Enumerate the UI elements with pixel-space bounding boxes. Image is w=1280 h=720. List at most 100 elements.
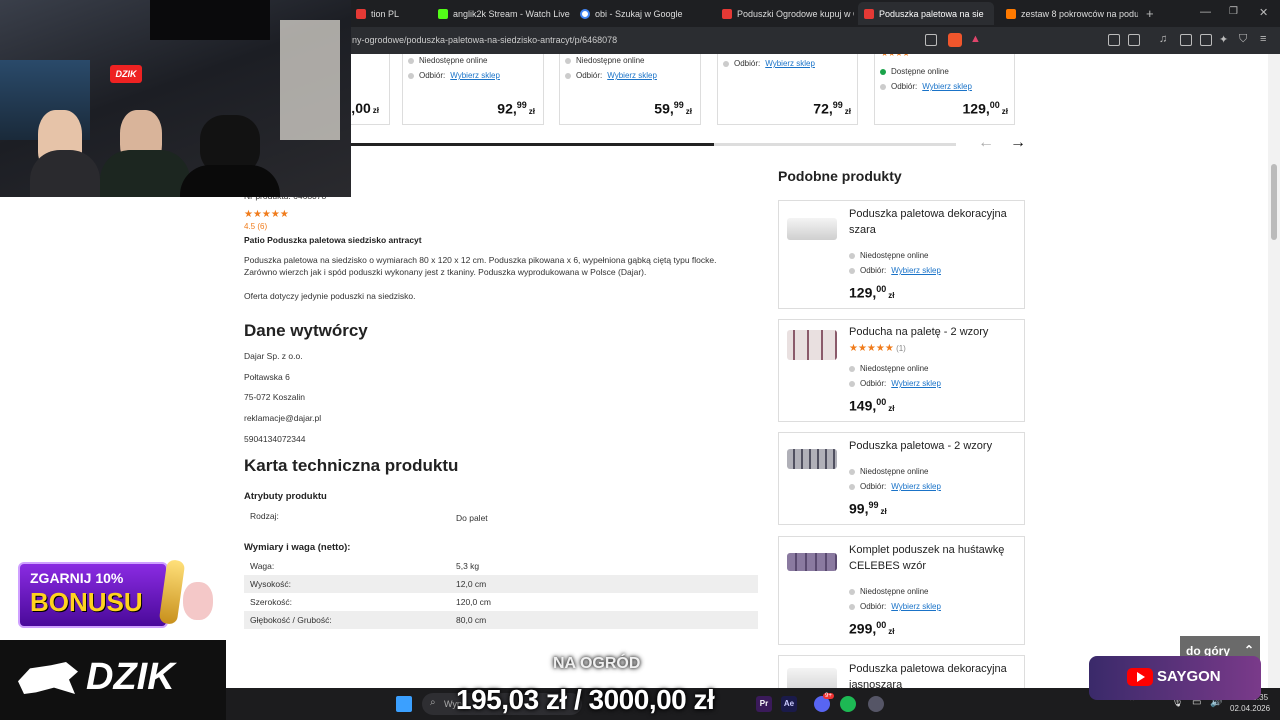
tab-5[interactable]: zestaw 8 pokrowców na podu [1000,2,1138,25]
bonus-line-1: ZGARNIJ 10% [30,570,124,586]
close-window-icon[interactable]: ✕ [1259,6,1268,19]
search-icon: ⌕ [430,697,436,708]
dzik-logo-small: DZIK [110,65,142,83]
tab-0[interactable]: tion PL [350,2,432,25]
pickup-info: Odbiór: Wybierz sklep [849,602,941,611]
carousel-card-2[interactable]: Niedostępne online Odbiór: Wybierz sklep … [559,54,701,125]
choose-store-link[interactable]: Wybierz sklep [922,82,972,91]
product-price: 59,99zł [654,100,692,117]
product-image [787,668,837,688]
google-icon [580,8,590,19]
tab-active[interactable]: Poduszka paletowa na sie✕ [858,2,994,25]
product-name[interactable]: Poduszka paletowa - 2 wzory [849,438,1019,454]
tab-favicon-icon [356,8,366,19]
brave-shields-icon[interactable] [948,33,962,47]
discord-badge: 9+ [823,693,834,699]
product-name: Patio Poduszka paletowa siedzisko antrac… [244,235,422,245]
carousel-next-arrow-icon[interactable]: → [1010,134,1026,152]
table-row: Szerokość: 120,0 cm [250,597,491,607]
saygon-youtube-badge: SAYGON [1089,656,1261,700]
maximize-icon[interactable]: ❐ [1229,6,1238,17]
new-tab-icon[interactable]: + [1146,6,1154,21]
product-name[interactable]: Poducha na paletę - 2 wzory [849,324,1019,340]
choose-store-link[interactable]: Wybierz sklep [607,71,657,80]
product-image [787,553,837,571]
tab-2[interactable]: obi - Szukaj w Google [574,2,714,25]
extensions-icon[interactable] [1108,34,1120,46]
carousel-card-3[interactable]: Odbiór: Wybierz sklep 72,99zł [717,54,858,125]
brave-rewards-icon[interactable]: ▲ [970,33,981,45]
spotify-icon[interactable] [840,696,856,712]
donation-ticker: 195,03 zł / 3000,00 zł [456,684,715,715]
chevron-up-icon: ⌃ [1244,643,1255,657]
similar-product-card[interactable]: Poduszka paletowa dekoracyjna jasnoszara [778,655,1025,688]
choose-store-link[interactable]: Wybierz sklep [765,59,815,68]
product-image [787,330,837,360]
similar-product-card[interactable]: Komplet poduszek na huśtawkę CELEBES wzó… [778,536,1025,645]
settings-icon[interactable] [868,696,884,712]
table-row: Rodzaj: Do palet [250,511,488,523]
page-scrollbar[interactable] [1268,54,1280,688]
carousel-card-1[interactable]: Niedostępne online Odbiór: Wybierz sklep … [402,54,544,125]
pickup-info: Odbiór: Wybierz sklep [849,482,941,491]
attributes-heading: Atrybuty produktu [244,491,327,502]
availability-status: Dostępne online [880,67,949,76]
product-image [787,449,837,469]
choose-store-link[interactable]: Wybierz sklep [891,379,941,388]
tab-3[interactable]: Poduszki Ogrodowe kupuj w O [716,2,854,25]
rating-text[interactable]: 4.5 (6) [244,221,267,233]
choose-store-link[interactable]: Wybierz sklep [450,71,500,80]
music-icon[interactable]: ♫ [1159,33,1167,45]
windows-start-icon[interactable] [396,696,412,712]
screenshot-icon[interactable] [1128,34,1140,46]
vpn-icon[interactable]: ⛉ [1239,33,1247,46]
kick-icon [438,8,448,19]
premiere-icon[interactable]: Pr [756,696,772,712]
scrollbar-thumb[interactable] [1271,164,1277,240]
manufacturer-city: 75-072 Koszalin [244,392,305,402]
pickup-info: Odbiór: Wybierz sklep [880,82,972,91]
availability-status: Niedostępne online [565,56,645,65]
product-image [787,218,837,240]
similar-product-card[interactable]: Poduszka paletowa - 2 wzory Niedostępne … [778,432,1025,525]
pickup-info: Odbiór: Wybierz sklep [408,71,500,80]
choose-store-link[interactable]: Wybierz sklep [891,266,941,275]
clock-date[interactable]: 02.04.2026 [1230,704,1270,713]
manufacturer-email[interactable]: reklamacje@dajar.pl [244,412,321,424]
table-row: Waga: 5,3 kg [250,561,480,571]
leo-ai-icon[interactable]: ✦ [1219,33,1228,46]
webcam-overlay: DZIK [0,0,351,197]
choose-store-link[interactable]: Wybierz sklep [891,602,941,611]
saygon-label: SAYGON [1157,668,1221,685]
similar-product-card[interactable]: Poduszka paletowa dekoracyjna szara Nied… [778,200,1025,309]
product-name[interactable]: Poduszka paletowa dekoracyjna szara [849,206,1019,238]
choose-store-link[interactable]: Wybierz sklep [891,482,941,491]
mascot-icon [183,582,213,620]
carousel-card-4[interactable]: ★★★★ Dostępne online Odbiór:Wybierz skle… [874,54,1015,125]
obi-icon [722,8,732,19]
product-name[interactable]: Poduszka paletowa dekoracyjna jasnoszara [849,661,1019,688]
bonus-banner: ZGARNIJ 10% BONUSU [18,559,216,630]
carousel-prev-arrow-icon[interactable]: ← [978,134,994,152]
pickup-info: Odbiór: Wybierz sklep [849,379,941,388]
table-row: Głębokość / Grubość: 80,0 cm [244,611,758,629]
product-name[interactable]: Komplet poduszek na huśtawkę CELEBES wzó… [849,542,1019,574]
dzik-sponsor-bar: DZIK [0,640,226,720]
url-field[interactable]: ny-ogrodowe/poduszka-paletowa-na-siedzis… [352,35,617,45]
allegro-icon [1006,8,1016,19]
minimize-icon[interactable]: — [1200,6,1211,18]
after-effects-icon[interactable]: Ae [781,696,797,712]
pickup-info: Odbiór: Wybierz sklep [565,71,657,80]
sidebar-icon[interactable] [1180,34,1192,46]
pickup-info: Odbiór: Wybierz sklep [723,59,815,68]
dzik-logo: DZIK [86,656,175,698]
product-price: 129,00zł [849,284,895,301]
share-icon[interactable] [925,34,937,46]
offer-note: Oferta dotyczy jedynie poduszki na siedz… [244,291,416,301]
rating: ★★★★★ (1) [849,343,906,354]
tab-1[interactable]: anglik2k Stream - Watch Live o [432,2,570,25]
menu-icon[interactable]: ≡ [1260,33,1266,45]
wallet-icon[interactable] [1200,34,1212,46]
obi-icon [864,8,874,19]
similar-product-card[interactable]: Poducha na paletę - 2 wzory ★★★★★ (1) Ni… [778,319,1025,422]
